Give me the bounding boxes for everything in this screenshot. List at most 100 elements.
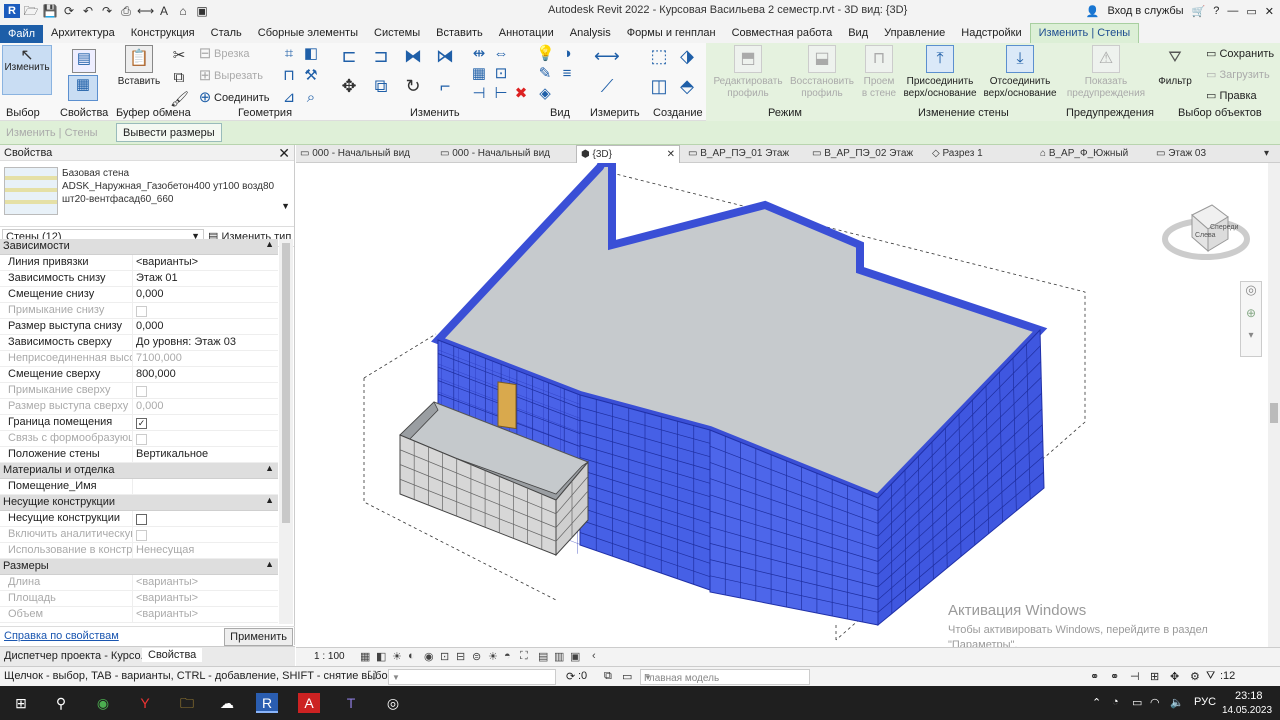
- tab-massing[interactable]: Формы и генплан: [619, 24, 724, 43]
- cart-icon[interactable]: 🛒: [1192, 5, 1206, 18]
- help-icon[interactable]: ?: [1213, 5, 1219, 17]
- property-value[interactable]: 0,000: [133, 287, 278, 302]
- autocad-icon[interactable]: A: [298, 693, 320, 713]
- tab-precast[interactable]: Сборные элементы: [250, 24, 366, 43]
- render-icon[interactable]: ◉: [424, 650, 434, 663]
- property-value[interactable]: 800,000: [133, 367, 278, 382]
- tab-modify-walls[interactable]: Изменить | Стены: [1029, 23, 1140, 43]
- sun-path-icon[interactable]: ☀: [392, 650, 402, 663]
- temp-view-icon[interactable]: ⛶: [520, 650, 528, 663]
- offset-icon[interactable]: ⊐: [372, 47, 390, 65]
- property-row[interactable]: Зависимость сверху До уровня: Этаж 03: [0, 335, 278, 351]
- close-hidden-icon[interactable]: ▣: [194, 4, 210, 18]
- save-selection-button[interactable]: ▭ Сохранить: [1206, 47, 1274, 60]
- property-value[interactable]: 0,000: [133, 319, 278, 334]
- chevron-down-icon[interactable]: ▼: [281, 201, 290, 211]
- clock-date[interactable]: 14.05.2023: [1222, 705, 1272, 716]
- apply-button[interactable]: Применить: [224, 628, 293, 646]
- property-row[interactable]: Несущие конструкции: [0, 511, 278, 527]
- paint-icon[interactable]: ◧: [302, 45, 320, 63]
- drag-elements-icon[interactable]: ✥: [1170, 670, 1179, 683]
- override-icon[interactable]: ◑: [558, 45, 576, 63]
- create-parts-icon[interactable]: ⬗: [678, 47, 696, 65]
- select-group-label[interactable]: Выбор: [6, 107, 40, 119]
- measure-between-icon[interactable]: ⟷: [594, 47, 620, 65]
- restore-icon[interactable]: ▭: [1246, 5, 1256, 18]
- split-icon[interactable]: ⇹: [470, 45, 488, 63]
- property-row[interactable]: Линия привязки <варианты>: [0, 255, 278, 271]
- mirror-draw-icon[interactable]: ⧒: [436, 47, 454, 65]
- view-tab[interactable]: ◇ Разрез 1: [932, 148, 983, 159]
- property-value[interactable]: [133, 479, 278, 494]
- view-tab-active[interactable]: ⬢ {3D} ✕: [576, 145, 680, 163]
- workset-select[interactable]: ▼: [388, 669, 556, 685]
- move-icon[interactable]: ✥: [340, 77, 358, 95]
- crop-icon[interactable]: ⊡: [440, 650, 449, 663]
- edit-selection-button[interactable]: ▭ Правка: [1206, 89, 1257, 102]
- minimize-icon[interactable]: —: [1227, 5, 1238, 17]
- tab-steel[interactable]: Сталь: [203, 24, 250, 43]
- tab-insert[interactable]: Вставить: [428, 24, 491, 43]
- view-more-icon[interactable]: ◈: [536, 85, 554, 103]
- viewcube-front-face[interactable]: Спереди: [1210, 224, 1238, 231]
- tab-manage[interactable]: Управление: [876, 24, 953, 43]
- cut-geometry-label[interactable]: Вырезать: [214, 70, 263, 82]
- revit-taskbar-icon[interactable]: R: [256, 693, 278, 713]
- show-dimensions-button[interactable]: Вывести размеры: [116, 123, 222, 142]
- 3d-viewport[interactable]: Слева Спереди ◎ ⊕ ▾ Активация Windows Чт…: [296, 163, 1268, 647]
- teams-icon[interactable]: T: [340, 693, 362, 713]
- design-options-icon[interactable]: ⧉: [604, 670, 612, 683]
- search-icon[interactable]: ⚲: [50, 693, 72, 713]
- create-group-icon[interactable]: ◫: [650, 77, 668, 95]
- viewcube[interactable]: Слева Спереди: [1162, 195, 1250, 265]
- nav-menu-icon[interactable]: ▾: [1241, 330, 1261, 350]
- align-icon[interactable]: ⊏: [340, 47, 358, 65]
- load-selection-button[interactable]: ▭ Загрузить: [1206, 68, 1270, 81]
- wall-join-icon[interactable]: ⊓: [280, 67, 298, 85]
- background-process-icon[interactable]: ⚙: [1190, 670, 1200, 683]
- view-tab[interactable]: ▭ 000 - Начальный вид: [440, 148, 550, 159]
- measure-icon[interactable]: ⟷: [137, 4, 154, 18]
- collapse-icon[interactable]: ▲: [265, 559, 274, 569]
- select-links-icon[interactable]: ⚭: [1090, 670, 1099, 683]
- design-option-select[interactable]: Главная модель ▼: [640, 669, 810, 685]
- tab-file[interactable]: Файл: [0, 25, 44, 43]
- join-label[interactable]: Соединить: [214, 92, 270, 104]
- steering-wheel-icon[interactable]: ◎: [1241, 282, 1261, 306]
- cut-geometry-icon[interactable]: ⊞: [196, 67, 214, 85]
- 3d-view-icon[interactable]: ⌂: [175, 4, 191, 18]
- yandex-browser-icon[interactable]: Y: [134, 693, 156, 713]
- rotate-icon[interactable]: ↻: [404, 77, 422, 95]
- tab-structure[interactable]: Конструкция: [123, 24, 203, 43]
- sync-status-icon[interactable]: ⟳: [566, 670, 575, 683]
- delete-icon[interactable]: ✖: [512, 85, 530, 103]
- user-icon[interactable]: 👤: [1086, 5, 1100, 18]
- cope-label[interactable]: Врезка: [214, 48, 250, 60]
- similar-icon[interactable]: ⬘: [678, 77, 696, 95]
- view-tab[interactable]: ▭ В_АР_ПЭ_02 Этаж: [812, 148, 913, 159]
- view-tab[interactable]: ▭ 000 - Начальный вид: [300, 148, 410, 159]
- properties-scrollbar[interactable]: [279, 239, 293, 624]
- visual-style-icon[interactable]: ◧: [376, 650, 386, 663]
- language-indicator[interactable]: РУС: [1194, 696, 1216, 708]
- select-pinned-icon[interactable]: ⊣: [1130, 670, 1140, 683]
- editable-icon[interactable]: ▭: [622, 670, 632, 683]
- undo-icon[interactable]: ↶: [80, 4, 96, 18]
- sync-icon[interactable]: ⟳: [61, 4, 77, 18]
- split-gap-icon[interactable]: ⇔: [492, 45, 510, 63]
- detail-level-icon[interactable]: ▦: [360, 650, 370, 663]
- tabs-menu-icon[interactable]: ▾: [1264, 148, 1269, 159]
- pin-icon[interactable]: ⊣: [470, 85, 488, 103]
- crop-visible-icon[interactable]: ⊟: [456, 650, 465, 663]
- tab-addins[interactable]: Надстройки: [953, 24, 1029, 43]
- close-tab-icon[interactable]: ✕: [667, 149, 675, 160]
- constraints-icon[interactable]: ▣: [570, 650, 580, 663]
- network-icon[interactable]: ▭: [1132, 696, 1142, 709]
- property-section-header[interactable]: Размеры ▲: [0, 559, 278, 575]
- attach-top-base-button[interactable]: ⤒ Присоединить верх/основание: [900, 45, 980, 100]
- property-value[interactable]: Этаж 01: [133, 271, 278, 286]
- scale-icon[interactable]: ⊡: [492, 65, 510, 83]
- zoom-icon[interactable]: ⊕: [1241, 306, 1261, 330]
- demolish-icon[interactable]: ⚒: [302, 67, 320, 85]
- join-icon[interactable]: ⊕: [196, 89, 214, 107]
